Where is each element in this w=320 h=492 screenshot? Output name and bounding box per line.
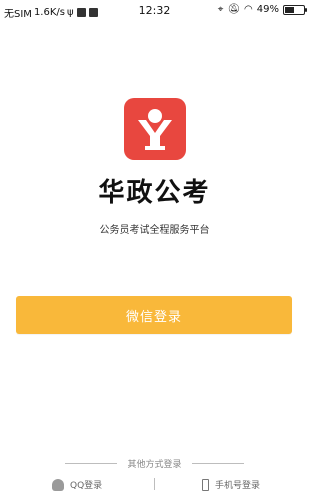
other-login-label: 其他方式登录 bbox=[127, 459, 182, 470]
qq-icon bbox=[52, 478, 64, 491]
status-bar: 无SIM 1.6K/s ψ 12:32 ⌖ 🔕︎ ◠ 49% bbox=[0, 0, 309, 22]
location-icon: ⌖ bbox=[217, 4, 224, 15]
wifi-icon: ◠ bbox=[244, 4, 253, 15]
app-logo bbox=[124, 98, 186, 160]
other-login-divider: 其他方式登录 bbox=[0, 456, 309, 470]
phone-login-label: 手机号登录 bbox=[215, 481, 261, 491]
qq-login-label: QQ登录 bbox=[70, 481, 103, 491]
battery-percent: 49% bbox=[256, 4, 279, 15]
mute-icon: 🔕︎ bbox=[227, 4, 241, 15]
phone-login-button[interactable]: 手机号登录 bbox=[202, 478, 260, 491]
app-name: 华政公考 bbox=[98, 178, 211, 208]
battery-icon bbox=[283, 4, 307, 15]
status-right: ⌖ 🔕︎ ◠ 49% bbox=[217, 4, 307, 15]
wechat-login-button[interactable]: 微信登录 bbox=[16, 296, 292, 334]
app-slogan: 公务员考试全程服务平台 bbox=[99, 225, 210, 236]
divider-line-left bbox=[65, 462, 118, 464]
options-divider bbox=[154, 478, 155, 490]
divider-line-right bbox=[191, 462, 244, 464]
logo-mark-icon bbox=[138, 109, 172, 150]
qq-login-button[interactable]: QQ登录 bbox=[52, 478, 102, 491]
battery-fill bbox=[285, 6, 294, 13]
phone-icon bbox=[202, 478, 209, 491]
